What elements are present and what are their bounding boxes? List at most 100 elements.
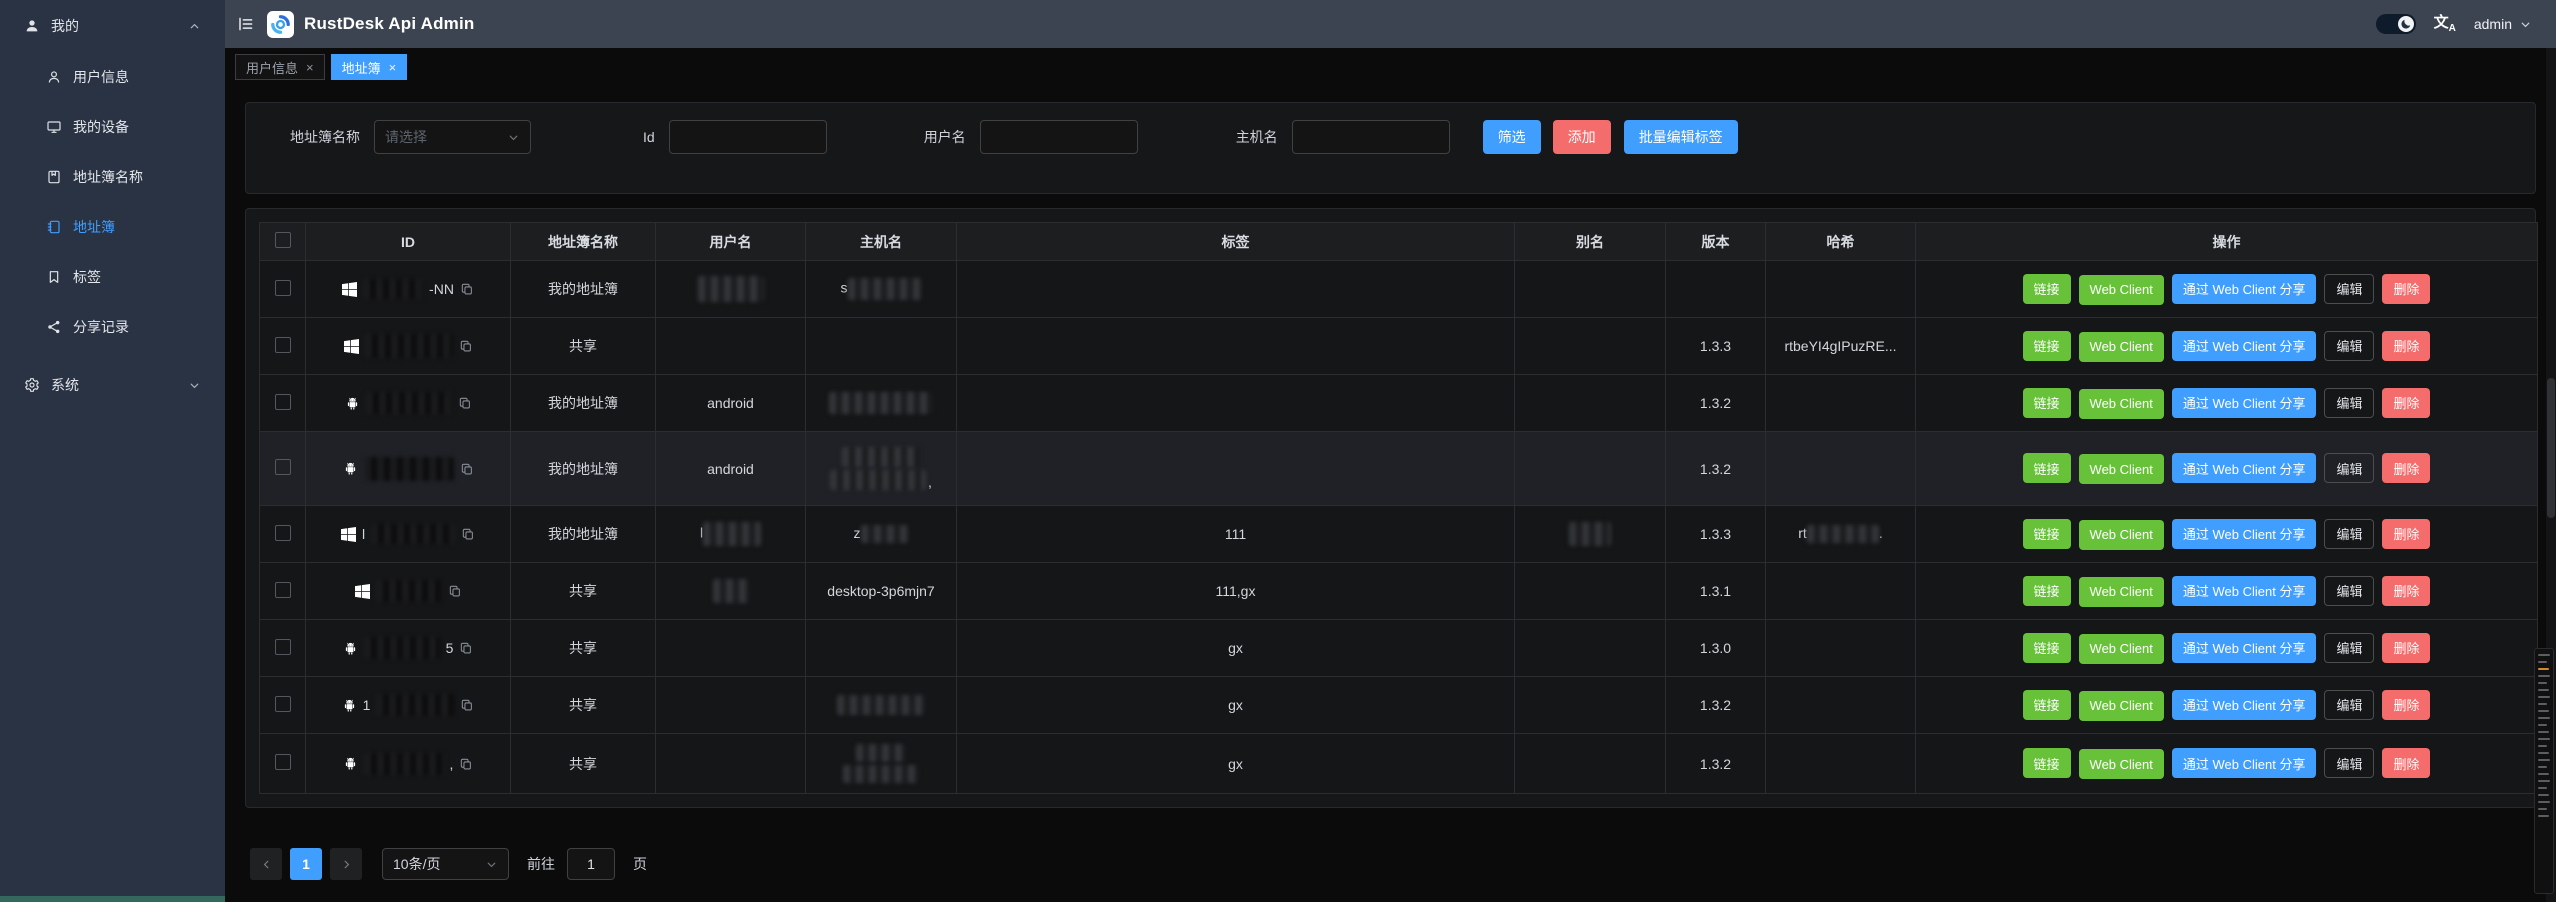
row-checkbox[interactable]: [275, 459, 291, 475]
share-web-client-button[interactable]: 通过 Web Client 分享: [2172, 274, 2317, 304]
edit-button[interactable]: 编辑: [2324, 388, 2374, 418]
sidebar-item-addressbook[interactable]: 地址簿: [0, 202, 225, 252]
copy-icon[interactable]: [458, 396, 472, 410]
web-client-button[interactable]: Web Client: [2079, 577, 2164, 607]
web-client-button[interactable]: Web Client: [2079, 332, 2164, 362]
next-page-button[interactable]: [330, 848, 362, 880]
link-button[interactable]: 链接: [2023, 576, 2071, 606]
sidebar-item-user-info[interactable]: 用户信息: [0, 52, 225, 102]
share-web-client-button[interactable]: 通过 Web Client 分享: [2172, 331, 2317, 361]
sidebar-item-my-devices[interactable]: 我的设备: [0, 102, 225, 152]
copy-icon[interactable]: [459, 641, 473, 655]
edit-button[interactable]: 编辑: [2324, 633, 2374, 663]
tab-label: 地址簿: [342, 58, 381, 77]
username-input[interactable]: [980, 120, 1138, 154]
redacted-text: [861, 525, 909, 543]
web-client-button[interactable]: Web Client: [2079, 520, 2164, 550]
delete-button[interactable]: 删除: [2382, 331, 2430, 361]
minimap-widget[interactable]: [2534, 648, 2554, 894]
link-button[interactable]: 链接: [2023, 690, 2071, 720]
row-checkbox[interactable]: [275, 754, 291, 770]
web-client-button[interactable]: Web Client: [2079, 454, 2164, 484]
sidebar-item-addressbook-names[interactable]: 地址簿名称: [0, 152, 225, 202]
edit-button[interactable]: 编辑: [2324, 690, 2374, 720]
share-web-client-button[interactable]: 通过 Web Client 分享: [2172, 576, 2317, 606]
user-menu[interactable]: admin: [2474, 16, 2532, 32]
add-button[interactable]: 添加: [1553, 120, 1611, 154]
delete-button[interactable]: 删除: [2382, 748, 2430, 778]
link-button[interactable]: 链接: [2023, 388, 2071, 418]
row-checkbox[interactable]: [275, 525, 291, 541]
delete-button[interactable]: 删除: [2382, 519, 2430, 549]
prev-page-button[interactable]: [250, 848, 282, 880]
sidebar-item-share-records[interactable]: 分享记录: [0, 302, 225, 352]
copy-icon[interactable]: [460, 698, 474, 712]
edit-button[interactable]: 编辑: [2324, 576, 2374, 606]
delete-button[interactable]: 删除: [2382, 690, 2430, 720]
web-client-button[interactable]: Web Client: [2079, 275, 2164, 305]
goto-page-input[interactable]: [567, 848, 615, 880]
hostname-input[interactable]: [1292, 120, 1450, 154]
web-client-button[interactable]: Web Client: [2079, 634, 2164, 664]
copy-icon[interactable]: [460, 282, 474, 296]
copy-icon[interactable]: [461, 527, 475, 541]
sidebar-item-my[interactable]: 我的: [0, 0, 225, 52]
copy-icon[interactable]: [460, 462, 474, 476]
close-icon[interactable]: ×: [306, 61, 314, 74]
close-icon[interactable]: ×: [389, 61, 397, 74]
copy-icon[interactable]: [459, 757, 473, 771]
edit-button[interactable]: 编辑: [2324, 519, 2374, 549]
hamburger-icon[interactable]: [233, 11, 259, 37]
link-button[interactable]: 链接: [2023, 519, 2071, 549]
id-input[interactable]: [669, 120, 827, 154]
row-checkbox[interactable]: [275, 582, 291, 598]
page-button-1[interactable]: 1: [290, 848, 322, 880]
row-checkbox[interactable]: [275, 280, 291, 296]
row-checkbox[interactable]: [275, 696, 291, 712]
theme-toggle-knob: [2398, 16, 2414, 32]
delete-button[interactable]: 删除: [2382, 633, 2430, 663]
share-web-client-button[interactable]: 通过 Web Client 分享: [2172, 453, 2317, 483]
redacted-text: [830, 470, 926, 490]
row-checkbox[interactable]: [275, 639, 291, 655]
delete-button[interactable]: 删除: [2382, 576, 2430, 606]
delete-button[interactable]: 删除: [2382, 274, 2430, 304]
copy-icon[interactable]: [459, 339, 473, 353]
book-select[interactable]: 请选择: [374, 120, 531, 154]
share-web-client-button[interactable]: 通过 Web Client 分享: [2172, 633, 2317, 663]
edit-button[interactable]: 编辑: [2324, 331, 2374, 361]
copy-icon[interactable]: [448, 584, 462, 598]
cell-alias: [1515, 734, 1666, 794]
link-button[interactable]: 链接: [2023, 633, 2071, 663]
edit-button[interactable]: 编辑: [2324, 748, 2374, 778]
share-web-client-button[interactable]: 通过 Web Client 分享: [2172, 388, 2317, 418]
share-web-client-button[interactable]: 通过 Web Client 分享: [2172, 519, 2317, 549]
share-web-client-button[interactable]: 通过 Web Client 分享: [2172, 748, 2317, 778]
page-size-select[interactable]: 10条/页: [382, 848, 509, 880]
delete-button[interactable]: 删除: [2382, 388, 2430, 418]
link-button[interactable]: 链接: [2023, 453, 2071, 483]
web-client-button[interactable]: Web Client: [2079, 749, 2164, 779]
scrollbar-thumb[interactable]: [2547, 378, 2555, 518]
filter-button[interactable]: 筛选: [1483, 120, 1541, 154]
web-client-button[interactable]: Web Client: [2079, 389, 2164, 419]
share-web-client-button[interactable]: 通过 Web Client 分享: [2172, 690, 2317, 720]
sidebar-item-system[interactable]: 系统: [0, 360, 225, 410]
link-button[interactable]: 链接: [2023, 748, 2071, 778]
tab-address-book[interactable]: 地址簿 ×: [331, 54, 408, 80]
theme-toggle[interactable]: [2376, 14, 2416, 34]
link-button[interactable]: 链接: [2023, 274, 2071, 304]
sidebar-item-tags[interactable]: 标签: [0, 252, 225, 302]
select-all-checkbox[interactable]: [275, 232, 291, 248]
edit-button[interactable]: 编辑: [2324, 274, 2374, 304]
tab-user-info[interactable]: 用户信息×: [235, 54, 325, 80]
row-checkbox[interactable]: [275, 394, 291, 410]
edit-button[interactable]: 编辑: [2324, 453, 2374, 483]
batch-edit-tags-button[interactable]: 批量编辑标签: [1624, 120, 1738, 154]
delete-button[interactable]: 删除: [2382, 453, 2430, 483]
cell-hash: [1766, 620, 1916, 677]
row-checkbox[interactable]: [275, 337, 291, 353]
web-client-button[interactable]: Web Client: [2079, 691, 2164, 721]
link-button[interactable]: 链接: [2023, 331, 2071, 361]
translate-icon[interactable]: 文A: [2434, 15, 2456, 34]
